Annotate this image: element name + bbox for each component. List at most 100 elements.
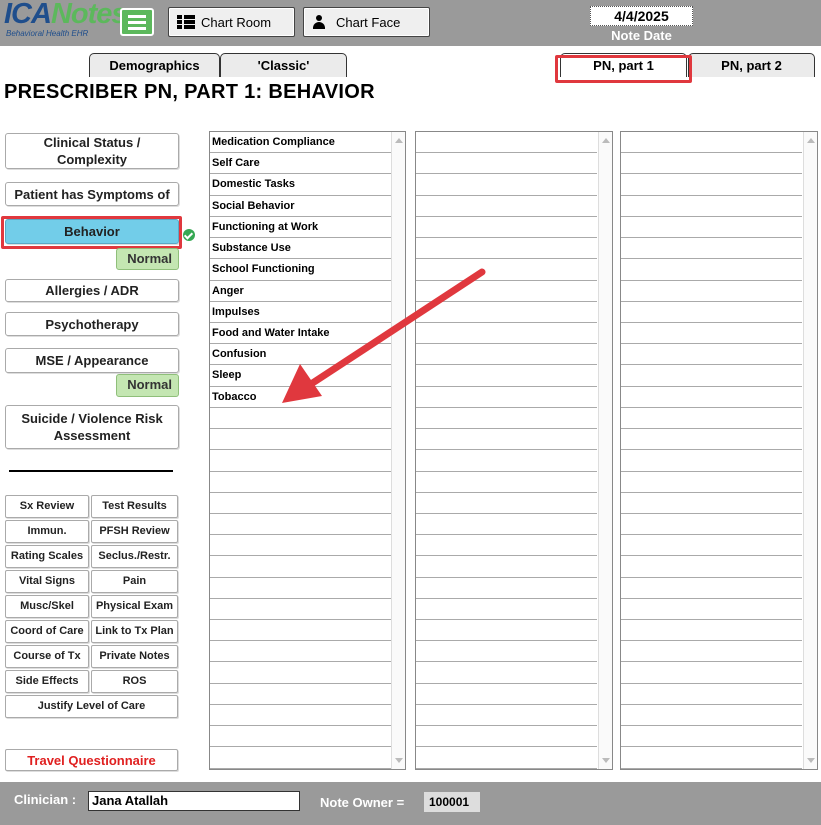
empty-list-row[interactable] [621,620,802,642]
empty-list-row[interactable] [621,578,802,599]
empty-list-row[interactable] [621,132,802,154]
scroll-up-icon[interactable] [602,138,610,143]
empty-list-row[interactable] [416,132,597,154]
private-notes-button[interactable]: Private Notes [91,645,178,668]
empty-list-row[interactable] [416,578,597,599]
empty-list-row[interactable] [621,641,802,663]
empty-list-row[interactable] [621,408,802,430]
sx-review-button[interactable]: Sx Review [5,495,89,518]
empty-list-row[interactable] [416,726,597,748]
empty-list-row[interactable] [621,302,802,323]
scroll-down-icon[interactable] [807,758,815,763]
empty-list-row[interactable] [621,217,802,239]
empty-list-row[interactable] [210,620,391,642]
empty-list-row[interactable] [416,429,597,451]
rating-scales-button[interactable]: Rating Scales [5,545,89,568]
empty-list-row[interactable] [210,450,391,472]
nav-mse-appearance[interactable]: MSE / Appearance [5,348,179,373]
empty-list-row[interactable] [621,493,802,514]
behavior-list[interactable]: Medication Compliance Self Care Domestic T… [209,131,406,770]
chart-face-button[interactable]: Chart Face [303,7,430,37]
test-results-button[interactable]: Test Results [91,495,178,518]
empty-list-row[interactable] [621,556,802,578]
detail-list-3[interactable] [620,131,818,770]
empty-list-row[interactable] [621,599,802,621]
empty-list-row[interactable] [416,238,597,260]
nav-patient-symptoms[interactable]: Patient has Symptoms of [5,182,179,206]
empty-list-row[interactable] [621,705,802,727]
empty-list-row[interactable] [416,196,597,217]
empty-list-row[interactable] [621,450,802,472]
nav-psychotherapy[interactable]: Psychotherapy [5,312,179,336]
musc-skel-button[interactable]: Musc/Skel [5,595,89,618]
pfsh-review-button[interactable]: PFSH Review [91,520,178,543]
empty-list-row[interactable] [210,726,391,748]
physical-exam-button[interactable]: Physical Exam [91,595,178,618]
empty-list-row[interactable] [416,408,597,430]
empty-list-row[interactable] [210,493,391,514]
empty-list-row[interactable] [416,599,597,621]
empty-list-row[interactable] [210,641,391,663]
nav-clinical-status[interactable]: Clinical Status / Complexity [5,133,179,169]
seclusion-restraint-button[interactable]: Seclus./Restr. [91,545,178,568]
empty-list-row[interactable] [621,429,802,451]
empty-list-row[interactable] [416,217,597,239]
ros-button[interactable]: ROS [91,670,178,693]
clinician-field[interactable]: Jana Atallah [88,791,300,811]
tab-classic[interactable]: 'Classic' [220,53,347,77]
empty-list-row[interactable] [416,472,597,493]
empty-list-row[interactable] [210,556,391,578]
detail-list-2[interactable] [415,131,613,770]
behavior-list-item[interactable]: Medication Compliance [210,132,391,154]
note-date-field[interactable]: 4/4/2025 [590,6,693,26]
empty-list-row[interactable] [210,705,391,727]
empty-list-row[interactable] [416,153,597,175]
scroll-down-icon[interactable] [602,758,610,763]
empty-list-row[interactable] [416,705,597,727]
empty-list-row[interactable] [621,387,802,408]
empty-list-row[interactable] [416,620,597,642]
empty-list-row[interactable] [621,684,802,705]
empty-list-row[interactable] [210,662,391,684]
empty-list-row[interactable] [416,493,597,514]
scroll-up-icon[interactable] [395,138,403,143]
tab-demographics[interactable]: Demographics [89,53,220,77]
empty-list-row[interactable] [416,514,597,536]
empty-list-row[interactable] [210,408,391,430]
travel-questionnaire-button[interactable]: Travel Questionnaire [5,749,178,771]
behavior-list-item[interactable]: Substance Use [210,238,391,260]
empty-list-row[interactable] [621,238,802,260]
immun-button[interactable]: Immun. [5,520,89,543]
empty-list-row[interactable] [621,196,802,217]
empty-list-row[interactable] [210,472,391,493]
empty-list-row[interactable] [621,365,802,387]
empty-list-row[interactable] [416,641,597,663]
course-of-tx-button[interactable]: Course of Tx [5,645,89,668]
empty-list-row[interactable] [210,535,391,557]
empty-list-row[interactable] [621,259,802,281]
empty-list-row[interactable] [416,174,597,196]
behavior-list-scrollbar[interactable] [391,132,405,769]
empty-list-row[interactable] [621,323,802,345]
tab-pn-part-2[interactable]: PN, part 2 [688,53,815,77]
detail-list-3-scrollbar[interactable] [803,132,817,769]
empty-list-row[interactable] [621,747,802,769]
empty-list-row[interactable] [416,747,597,769]
scroll-down-icon[interactable] [395,758,403,763]
nav-allergies[interactable]: Allergies / ADR [5,279,179,302]
empty-list-row[interactable] [621,514,802,536]
coord-of-care-button[interactable]: Coord of Care [5,620,89,643]
empty-list-row[interactable] [621,472,802,493]
behavior-list-item[interactable]: Self Care [210,153,391,175]
empty-list-row[interactable] [416,450,597,472]
empty-list-row[interactable] [621,726,802,748]
chart-room-button[interactable]: Chart Room [168,7,295,37]
nav-suicide-risk[interactable]: Suicide / Violence Risk Assessment [5,405,179,449]
empty-list-row[interactable] [621,344,802,366]
empty-list-row[interactable] [210,747,391,769]
empty-list-row[interactable] [416,684,597,705]
empty-list-row[interactable] [210,599,391,621]
empty-list-row[interactable] [621,174,802,196]
empty-list-row[interactable] [416,535,597,557]
empty-list-row[interactable] [621,281,802,302]
